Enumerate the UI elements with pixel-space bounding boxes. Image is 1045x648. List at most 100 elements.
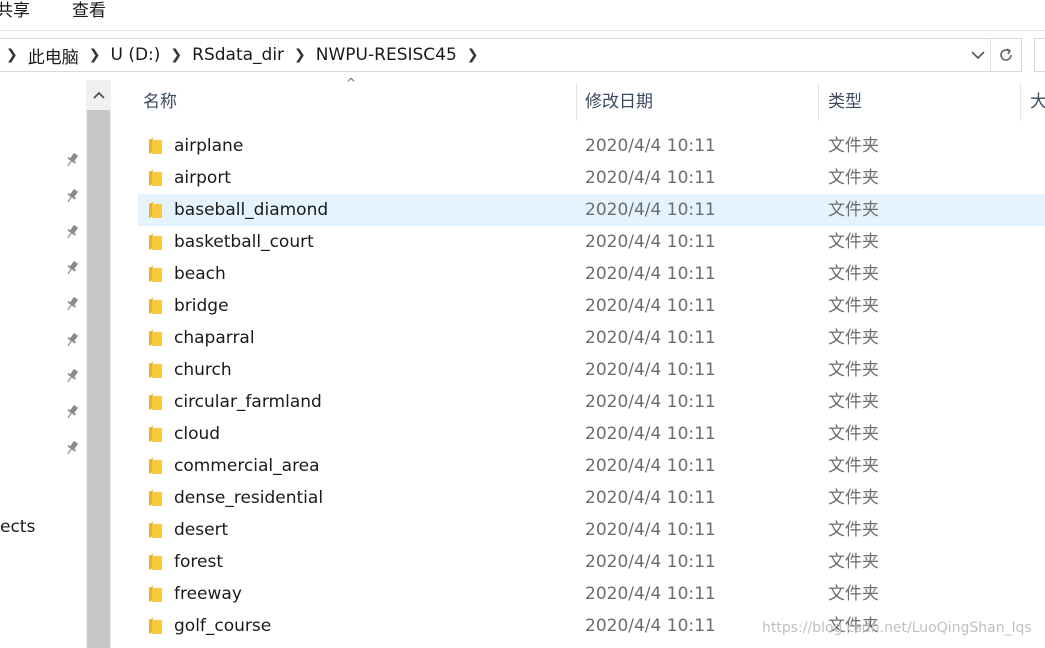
folder-icon	[148, 329, 163, 347]
pin-icon[interactable]	[64, 404, 80, 420]
file-date: 2020/4/4 10:11	[585, 456, 716, 476]
folder-icon	[148, 137, 163, 155]
file-date: 2020/4/4 10:11	[585, 200, 716, 220]
folder-icon	[148, 489, 163, 507]
file-date: 2020/4/4 10:11	[585, 264, 716, 284]
file-row[interactable]: forest 2020/4/4 10:11 文件夹	[138, 546, 1045, 578]
file-row[interactable]: airplane 2020/4/4 10:11 文件夹	[138, 130, 1045, 162]
pin-icon[interactable]	[64, 152, 80, 168]
pin-icon[interactable]	[64, 440, 80, 456]
folder-icon	[148, 553, 163, 571]
pin-icon[interactable]	[64, 368, 80, 384]
search-input[interactable]	[1034, 38, 1045, 72]
breadcrumb-chevron-icon[interactable]: ❯	[170, 47, 182, 63]
file-name: basketball_court	[174, 232, 314, 252]
file-date: 2020/4/4 10:11	[585, 136, 716, 156]
file-row[interactable]: church 2020/4/4 10:11 文件夹	[138, 354, 1045, 386]
ribbon-tab-share[interactable]: 共享	[0, 0, 30, 22]
file-row[interactable]: basketball_court 2020/4/4 10:11 文件夹	[138, 226, 1045, 258]
folder-icon	[148, 169, 163, 187]
file-list: airplane 2020/4/4 10:11 文件夹 airport 2020/4/4…	[138, 130, 1045, 642]
file-name: airplane	[174, 136, 244, 156]
file-date: 2020/4/4 10:11	[585, 168, 716, 188]
scroll-thumb[interactable]	[87, 110, 110, 648]
file-type: 文件夹	[828, 264, 879, 284]
file-type: 文件夹	[828, 488, 879, 508]
nav-scrollbar[interactable]	[86, 80, 111, 648]
file-name: dense_residential	[174, 488, 324, 508]
file-date: 2020/4/4 10:11	[585, 296, 716, 316]
breadcrumb: ❯ 此电脑 ❯ U (D:) ❯ RSdata_dir ❯ NWPU-RESIS…	[6, 39, 489, 71]
file-type: 文件夹	[828, 392, 879, 412]
column-divider[interactable]	[818, 83, 819, 121]
folder-icon	[148, 393, 163, 411]
file-type: 文件夹	[828, 328, 879, 348]
chevron-down-icon[interactable]	[966, 39, 990, 71]
file-date: 2020/4/4 10:11	[585, 488, 716, 508]
file-name: golf_course	[174, 616, 272, 636]
refresh-icon[interactable]	[990, 39, 1021, 71]
breadcrumb-chevron-icon[interactable]: ❯	[6, 47, 18, 63]
file-type: 文件夹	[828, 200, 879, 220]
sort-ascending-icon: ^	[346, 76, 357, 90]
file-type: 文件夹	[828, 552, 879, 572]
file-date: 2020/4/4 10:11	[585, 584, 716, 604]
folder-icon	[148, 201, 163, 219]
ribbon-tab-view[interactable]: 查看	[72, 0, 106, 22]
file-type: 文件夹	[828, 360, 879, 380]
scroll-up-arrow-icon[interactable]	[86, 80, 111, 110]
file-name: freeway	[174, 584, 242, 604]
file-row[interactable]: cloud 2020/4/4 10:11 文件夹	[138, 418, 1045, 450]
breadcrumb-item-nwpu-resisc45[interactable]: NWPU-RESISC45	[316, 45, 457, 65]
nav-item-partial-label[interactable]: ects	[0, 517, 35, 537]
pin-icon[interactable]	[64, 260, 80, 276]
folder-icon	[148, 457, 163, 475]
pin-icon[interactable]	[64, 224, 80, 240]
column-divider[interactable]	[1020, 83, 1021, 121]
file-date: 2020/4/4 10:11	[585, 520, 716, 540]
breadcrumb-item-rsdata-dir[interactable]: RSdata_dir	[192, 45, 284, 65]
ribbon-bar: 共享 查看	[0, 0, 1045, 31]
file-row[interactable]: commercial_area 2020/4/4 10:11 文件夹	[138, 450, 1045, 482]
breadcrumb-item-this-pc[interactable]: 此电脑	[28, 43, 79, 68]
column-header-date[interactable]: 修改日期	[585, 83, 653, 121]
breadcrumb-item-drive[interactable]: U (D:)	[110, 45, 160, 65]
folder-icon	[148, 425, 163, 443]
file-row[interactable]: beach 2020/4/4 10:11 文件夹	[138, 258, 1045, 290]
file-date: 2020/4/4 10:11	[585, 424, 716, 444]
file-type: 文件夹	[828, 296, 879, 316]
folder-icon	[148, 265, 163, 283]
file-row[interactable]: circular_farmland 2020/4/4 10:11 文件夹	[138, 386, 1045, 418]
file-name: chaparral	[174, 328, 255, 348]
pin-icon[interactable]	[64, 332, 80, 348]
pin-icon[interactable]	[64, 296, 80, 312]
file-name: baseball_diamond	[174, 200, 329, 220]
folder-icon	[148, 297, 163, 315]
breadcrumb-chevron-icon[interactable]: ❯	[89, 47, 101, 63]
file-row[interactable]: bridge 2020/4/4 10:11 文件夹	[138, 290, 1045, 322]
file-name: forest	[174, 552, 223, 572]
file-row[interactable]: freeway 2020/4/4 10:11 文件夹	[138, 578, 1045, 610]
file-row[interactable]: baseball_diamond 2020/4/4 10:11 文件夹	[138, 194, 1045, 226]
file-type: 文件夹	[828, 232, 879, 252]
file-name: beach	[174, 264, 226, 284]
address-bar[interactable]: ❯ 此电脑 ❯ U (D:) ❯ RSdata_dir ❯ NWPU-RESIS…	[0, 38, 1022, 72]
column-header-size[interactable]: 大	[1030, 83, 1045, 121]
folder-icon	[148, 617, 163, 635]
breadcrumb-chevron-icon[interactable]: ❯	[467, 47, 479, 63]
column-header-type[interactable]: 类型	[828, 83, 862, 121]
folder-icon	[148, 521, 163, 539]
column-header-name[interactable]: 名称	[143, 83, 177, 121]
file-type: 文件夹	[828, 584, 879, 604]
file-row[interactable]: airport 2020/4/4 10:11 文件夹	[138, 162, 1045, 194]
pin-icon[interactable]	[64, 188, 80, 204]
file-row[interactable]: desert 2020/4/4 10:11 文件夹	[138, 514, 1045, 546]
file-row[interactable]: chaparral 2020/4/4 10:11 文件夹	[138, 322, 1045, 354]
file-row[interactable]: dense_residential 2020/4/4 10:11 文件夹	[138, 482, 1045, 514]
file-type: 文件夹	[828, 456, 879, 476]
file-type: 文件夹	[828, 136, 879, 156]
file-date: 2020/4/4 10:11	[585, 360, 716, 380]
breadcrumb-chevron-icon[interactable]: ❯	[294, 47, 306, 63]
watermark: https://blog.csdn.net/LuoQingShan_lqs	[762, 620, 1032, 636]
column-divider[interactable]	[576, 83, 577, 121]
